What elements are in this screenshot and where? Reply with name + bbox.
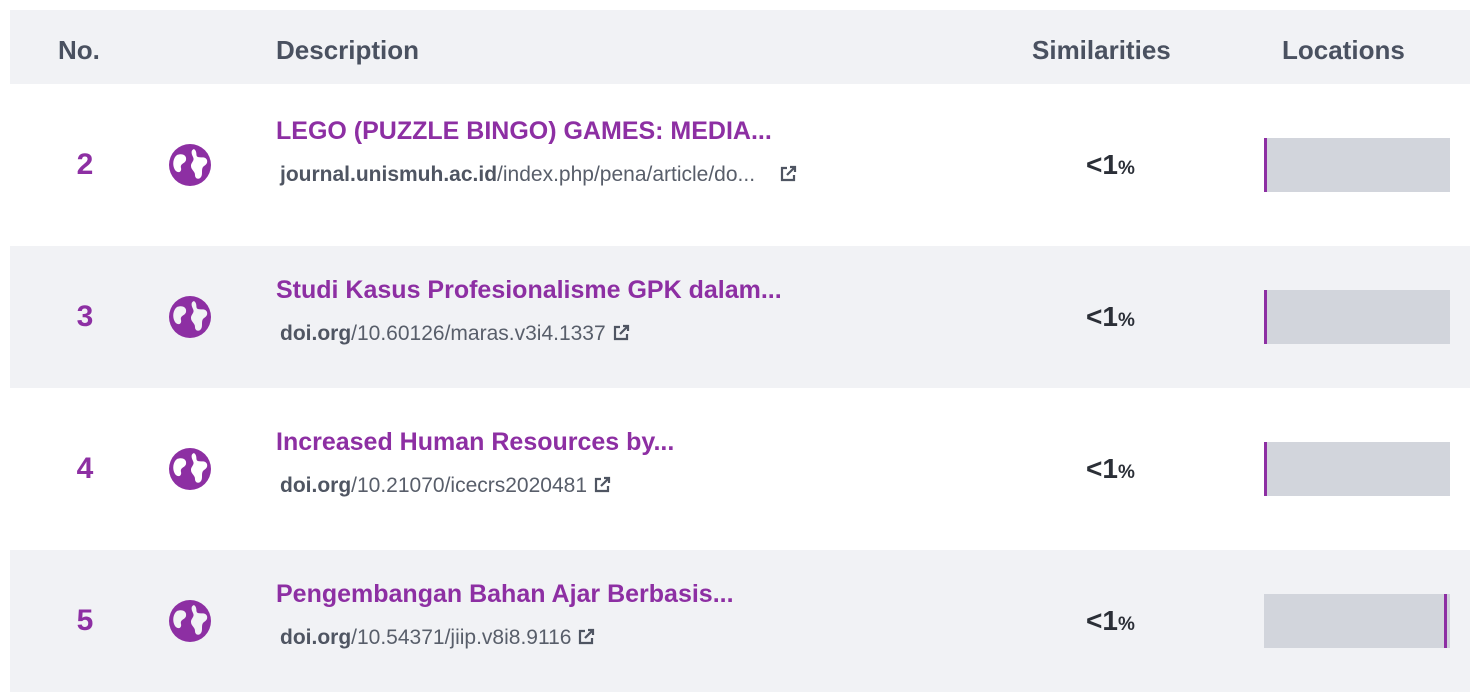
location-marker — [1264, 442, 1267, 496]
source-title-link[interactable]: LEGO (PUZZLE BINGO) GAMES: MEDIA... — [276, 117, 772, 146]
source-title-link[interactable]: Studi Kasus Profesionalisme GPK dalam... — [276, 276, 782, 305]
external-link-icon[interactable] — [577, 628, 595, 646]
location-marker — [1264, 138, 1267, 192]
column-header-no: No. — [58, 35, 100, 65]
source-url-path: /10.54371/jiip.v8i8.9116 — [351, 626, 572, 649]
source-number: 2 — [76, 148, 94, 181]
source-url-domain: doi.org — [280, 322, 352, 345]
location-bar[interactable] — [1264, 138, 1450, 192]
source-url[interactable]: doi.org/10.60126/maras.v3i4.1337 — [280, 322, 630, 346]
source-url-path: /index.php/pena/article/do... — [497, 163, 756, 186]
similarity-value: <1% — [1086, 605, 1135, 636]
source-number: 5 — [76, 604, 94, 637]
source-url-path: /10.21070/icecrs2020481 — [351, 474, 588, 497]
source-url-domain: doi.org — [280, 626, 352, 649]
source-title-link[interactable]: Increased Human Resources by... — [276, 428, 674, 457]
source-url-path: /10.60126/maras.v3i4.1337 — [351, 322, 606, 345]
table-row[interactable]: 5 Pengembangan Bahan Ajar Berbasis... do… — [10, 550, 1470, 692]
similarity-value: <1% — [1086, 301, 1135, 332]
globe-icon — [169, 296, 211, 338]
source-url[interactable]: doi.org/10.54371/jiip.v8i8.9116 — [280, 626, 595, 650]
source-url[interactable]: journal.unismuh.ac.id/index.php/pena/art… — [280, 163, 797, 187]
table-row[interactable]: 4 Increased Human Resources by... doi.or… — [10, 398, 1470, 540]
location-bar[interactable] — [1264, 442, 1450, 496]
sources-table: No. Description Similarities Locations 2… — [10, 10, 1470, 692]
column-header-similarities: Similarities — [1032, 35, 1171, 65]
location-marker — [1444, 594, 1448, 648]
location-marker — [1264, 290, 1267, 344]
globe-icon — [169, 600, 211, 642]
similarity-value: <1% — [1086, 453, 1135, 484]
globe-icon — [169, 448, 211, 490]
column-header-locations: Locations — [1282, 35, 1405, 65]
source-number: 4 — [76, 452, 94, 485]
source-url-domain: doi.org — [280, 474, 352, 497]
location-bar[interactable] — [1264, 594, 1450, 648]
external-link-icon[interactable] — [612, 324, 630, 342]
table-header: No. Description Similarities Locations — [10, 10, 1470, 84]
source-url[interactable]: doi.org/10.21070/icecrs2020481 — [280, 474, 611, 498]
external-link-icon[interactable] — [779, 165, 797, 183]
source-url-domain: journal.unismuh.ac.id — [280, 163, 498, 186]
external-link-icon[interactable] — [593, 476, 611, 494]
location-bar[interactable] — [1264, 290, 1450, 344]
table-row[interactable]: 3 Studi Kasus Profesionalisme GPK dalam.… — [10, 246, 1470, 388]
source-title-link[interactable]: Pengembangan Bahan Ajar Berbasis... — [276, 580, 734, 609]
globe-icon — [169, 144, 211, 186]
table-row[interactable]: 2 LEGO (PUZZLE BINGO) GAMES: MEDIA... jo… — [10, 94, 1470, 236]
column-header-description: Description — [276, 35, 420, 65]
similarity-value: <1% — [1086, 149, 1135, 180]
source-number: 3 — [76, 300, 94, 333]
